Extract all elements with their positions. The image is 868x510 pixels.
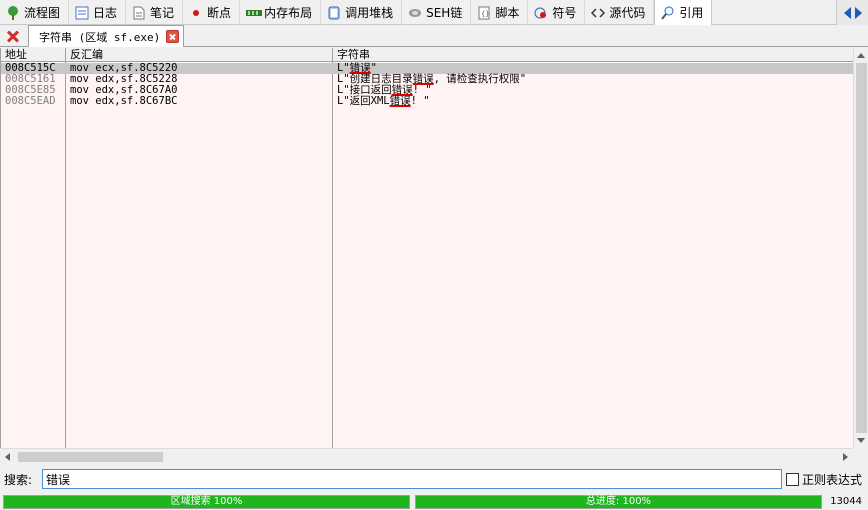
- callstack-icon: [327, 6, 341, 20]
- log-icon: [75, 6, 89, 20]
- tab-seh-chain[interactable]: SEH链: [402, 0, 472, 25]
- match-highlight: 错误: [389, 95, 411, 107]
- total-progress: 总进度: 100%: [415, 495, 822, 509]
- tab-symbols[interactable]: 符号: [528, 0, 586, 25]
- tab-memory-map[interactable]: 内存布局: [240, 0, 322, 25]
- progress-text: 总进度: 100%: [585, 496, 652, 507]
- column-divider: [332, 48, 333, 448]
- close-all-icon[interactable]: [3, 27, 23, 45]
- header-disassembly[interactable]: 反汇编: [66, 48, 333, 62]
- tab-label: 断点: [207, 6, 232, 20]
- string-prefix: L"返回XML: [337, 95, 390, 107]
- tab-label: 内存布局: [264, 6, 313, 20]
- search-input[interactable]: [42, 469, 782, 489]
- scroll-left-icon[interactable]: [843, 6, 851, 19]
- tab-call-stack[interactable]: 调用堆栈: [321, 0, 403, 25]
- script-icon: {}: [477, 6, 491, 20]
- regex-label: 正则表达式: [802, 473, 863, 487]
- memory-icon: [246, 6, 263, 20]
- tab-strings-sf-exe[interactable]: 字符串 (区域 sf.exe): [28, 25, 185, 47]
- tab-label: 笔记: [150, 6, 175, 20]
- note-icon: [132, 6, 146, 20]
- tab-label: 日志: [93, 6, 118, 20]
- tab-label: 源代码: [609, 6, 646, 20]
- search-icon: [661, 6, 675, 20]
- string-suffix: , 请检查执行权限": [433, 73, 527, 85]
- symbol-icon: [534, 6, 548, 20]
- progress-text: 区域搜索 100%: [170, 496, 243, 507]
- main-tab-bar: 流程图 日志 笔记 断点 内存布局 调用堆栈 SEH链 {} 脚本 符号 源代码…: [0, 0, 868, 25]
- close-icon[interactable]: [166, 30, 180, 43]
- tab-log[interactable]: 日志: [69, 0, 127, 25]
- tab-label: 流程图: [24, 6, 61, 20]
- tab-scroll-arrows[interactable]: [836, 0, 868, 25]
- breakpoint-dot-icon: [189, 6, 203, 20]
- row-disassembly: mov edx,sf.8C67BC: [70, 95, 178, 107]
- checkbox-icon[interactable]: [786, 473, 799, 486]
- subtab-label: 字符串 (区域 sf.exe): [39, 30, 161, 44]
- scroll-left-icon[interactable]: [5, 453, 10, 461]
- vertical-scroll-thumb[interactable]: [856, 63, 867, 433]
- tab-script[interactable]: {} 脚本: [471, 0, 529, 25]
- table-header: 地址 反汇编 字符串: [1, 48, 854, 62]
- string-suffix: ! ": [410, 95, 430, 107]
- svg-text:{}: {}: [481, 10, 489, 18]
- column-divider: [65, 48, 66, 448]
- region-search-progress: 区域搜索 100%: [3, 495, 410, 509]
- regex-checkbox[interactable]: 正则表达式: [786, 471, 862, 488]
- tab-breakpoints[interactable]: 断点: [183, 0, 241, 25]
- tab-flowchart[interactable]: 流程图: [0, 0, 70, 25]
- tab-label: 引用: [679, 6, 704, 20]
- tab-references[interactable]: 引用: [654, 0, 713, 25]
- scroll-up-icon[interactable]: [857, 53, 865, 58]
- source-code-icon: [591, 6, 606, 20]
- search-bar: 搜索: 正则表达式: [0, 466, 868, 491]
- vertical-scrollbar[interactable]: [853, 48, 868, 448]
- row-address: 008C5EAD: [5, 95, 56, 107]
- tab-label: 符号: [552, 6, 577, 20]
- scrollbar-corner: [853, 448, 868, 464]
- header-string[interactable]: 字符串: [333, 48, 854, 62]
- scroll-right-icon[interactable]: [843, 453, 848, 461]
- tab-notes[interactable]: 笔记: [126, 0, 184, 25]
- horizontal-scroll-thumb[interactable]: [18, 452, 163, 462]
- status-bar: 区域搜索 100% 总进度: 100% 13044: [0, 492, 868, 510]
- result-count: 13044: [830, 496, 862, 507]
- table-body: 008C515C mov ecx,sf.8C5220 L"错误" 008C516…: [1, 63, 854, 107]
- references-table: 地址 反汇编 字符串 008C515C mov ecx,sf.8C5220 L"…: [0, 48, 854, 448]
- seh-icon: [408, 6, 422, 20]
- tab-label: 调用堆栈: [345, 6, 394, 20]
- row-string: L"返回XML错误! ": [333, 96, 430, 107]
- tab-source-code[interactable]: 源代码: [585, 0, 655, 25]
- table-row[interactable]: 008C5EAD mov edx,sf.8C67BC L"返回XML错误! ": [1, 96, 854, 107]
- tab-label: SEH链: [426, 6, 463, 20]
- header-address[interactable]: 地址: [1, 48, 66, 62]
- tree-icon: [6, 5, 20, 20]
- tab-label: 脚本: [495, 6, 520, 20]
- horizontal-scrollbar[interactable]: [0, 448, 853, 464]
- scroll-down-icon[interactable]: [857, 438, 865, 443]
- scroll-right-icon[interactable]: [854, 6, 862, 19]
- search-label: 搜索:: [4, 473, 33, 487]
- references-subtab-bar: 字符串 (区域 sf.exe): [0, 25, 868, 47]
